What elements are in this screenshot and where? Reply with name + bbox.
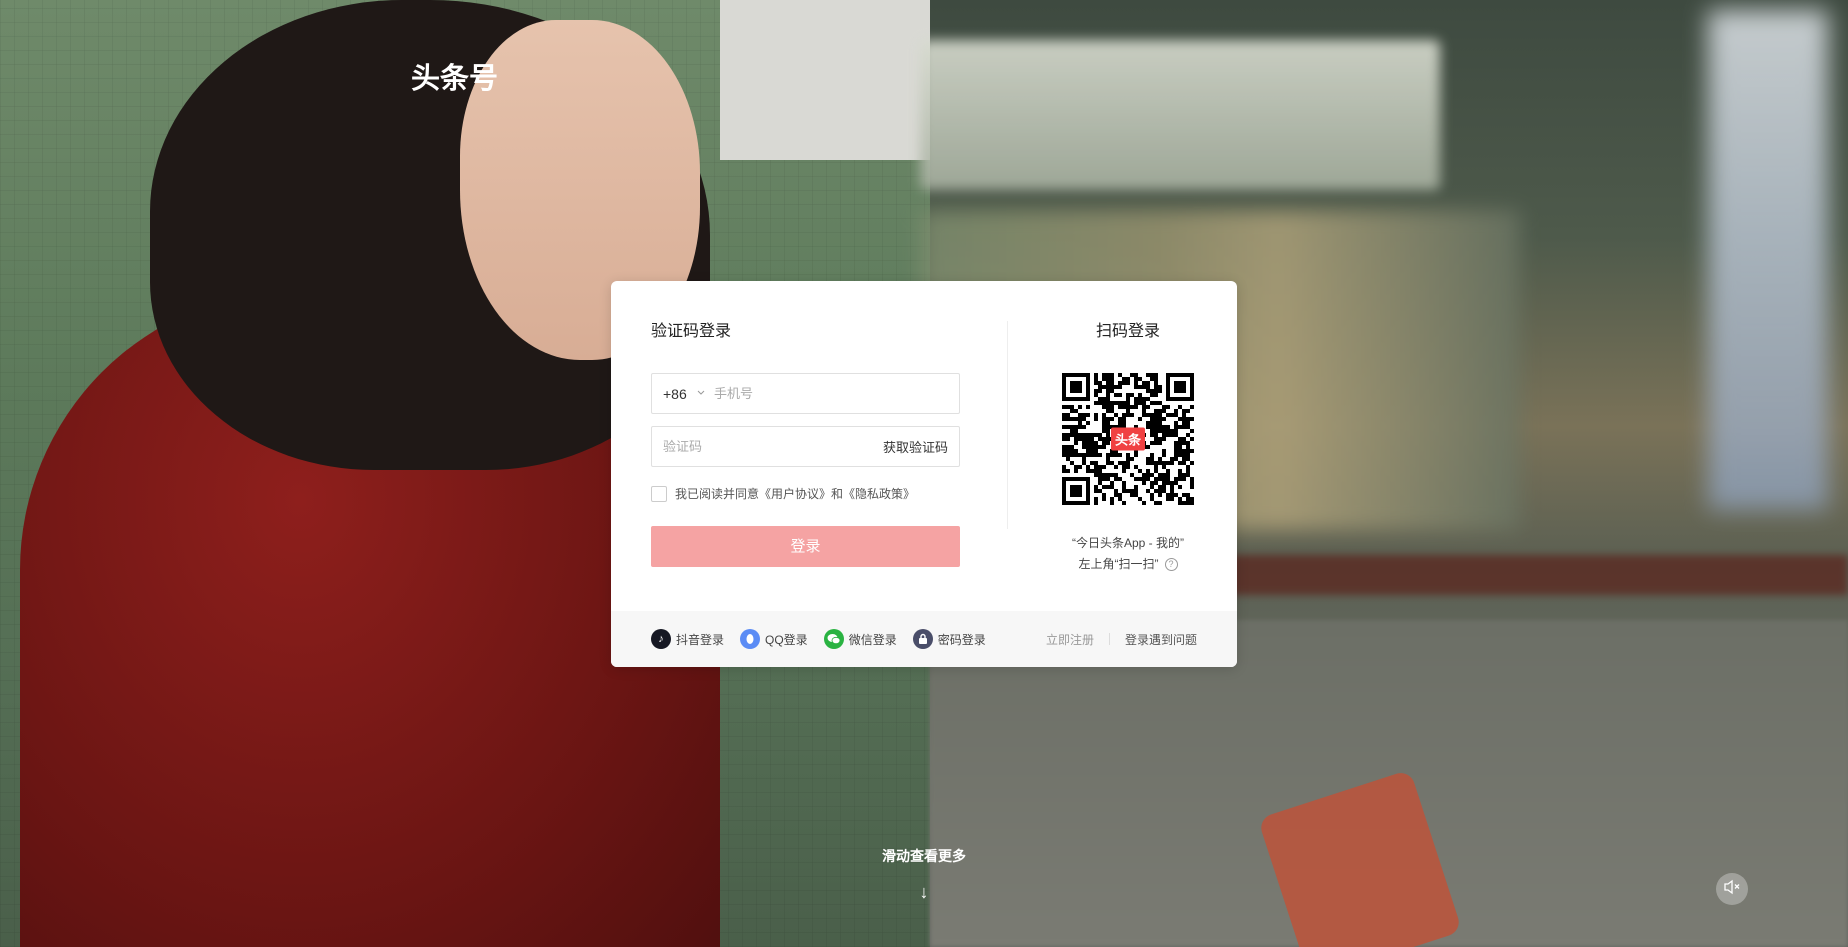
sms-login-panel: 验证码登录 +86 获取验证码 我已阅读并同意《用户协议》和《隐私政策》 登录	[651, 321, 961, 567]
qr-hint-line1: “今日头条App - 我的”	[1071, 536, 1184, 550]
qr-hint-line2-row: 左上角“扫一扫”?	[1019, 554, 1237, 575]
qq-login-label: QQ登录	[765, 632, 808, 647]
lock-icon	[912, 629, 933, 649]
mute-button[interactable]	[1716, 873, 1748, 905]
country-code-value: +86	[663, 385, 687, 402]
help-icon[interactable]: ?	[1164, 558, 1178, 572]
wechat-login-label: 微信登录	[848, 632, 897, 647]
douyin-icon: ♪	[651, 629, 671, 649]
country-code-select[interactable]: +86	[652, 386, 714, 402]
phone-field: +86	[651, 373, 960, 414]
arrow-down-icon[interactable]: ↓	[0, 882, 1848, 903]
agreement-row: 我已阅读并同意《用户协议》和《隐私政策》	[651, 485, 915, 502]
qr-hint: “今日头条App - 我的” 左上角“扫一扫”?	[1019, 533, 1237, 575]
register-link[interactable]: 立即注册	[1046, 631, 1094, 648]
login-footer: ♪ 抖音登录 QQ登录 微信登录 密码登录 立即注册 登录遇到问题	[611, 611, 1237, 667]
agreement-checkbox[interactable]	[651, 485, 667, 502]
wechat-icon	[823, 629, 844, 649]
login-button[interactable]: 登录	[651, 526, 960, 567]
qr-hint-line2: 左上角“扫一扫”	[1078, 557, 1159, 571]
sms-login-title: 验证码登录	[651, 323, 732, 340]
qq-icon	[740, 629, 761, 649]
agreement-text[interactable]: 我已阅读并同意《用户协议》和《隐私政策》	[675, 485, 915, 502]
qr-login-panel: 扫码登录 头条 “今日头条App - 我的” 左上角“扫一扫”?	[1019, 321, 1237, 575]
phone-input[interactable]	[714, 374, 959, 413]
password-login-label: 密码登录	[937, 632, 986, 647]
footer-separator	[1108, 633, 1110, 645]
chevron-down-icon	[697, 388, 705, 399]
brand-logo[interactable]: 头条号	[411, 55, 498, 97]
login-problem-link[interactable]: 登录遇到问题	[1125, 631, 1197, 648]
douyin-login[interactable]: ♪ 抖音登录	[651, 629, 724, 649]
qr-login-title: 扫码登录	[1095, 323, 1160, 340]
scroll-hint[interactable]: 滑动查看更多	[0, 846, 1848, 866]
get-code-button[interactable]: 获取验证码	[883, 437, 959, 456]
verification-code-input[interactable]	[652, 427, 883, 466]
qq-login[interactable]: QQ登录	[740, 629, 808, 649]
toutiao-badge: 头条	[1110, 427, 1146, 451]
qr-code: 头条	[1062, 373, 1194, 505]
wechat-login[interactable]: 微信登录	[823, 629, 897, 649]
speaker-muted-icon	[1723, 879, 1741, 900]
panel-divider	[1007, 321, 1008, 529]
login-card: 验证码登录 +86 获取验证码 我已阅读并同意《用户协议》和《隐私政策》 登录	[611, 281, 1237, 667]
code-field: 获取验证码	[651, 426, 960, 467]
douyin-login-label: 抖音登录	[676, 632, 725, 647]
password-login[interactable]: 密码登录	[912, 629, 986, 649]
